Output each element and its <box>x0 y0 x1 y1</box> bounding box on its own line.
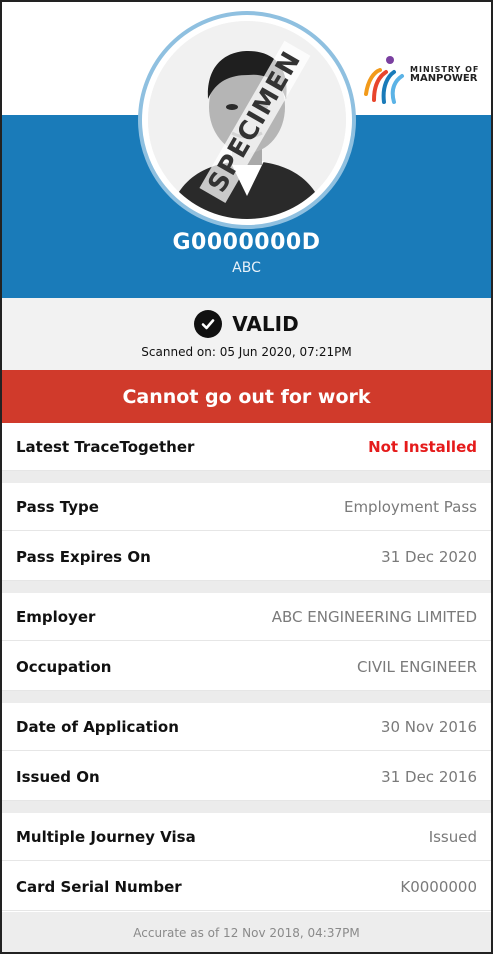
section-gap <box>2 801 491 813</box>
scanned-timestamp: Scanned on: 05 Jun 2020, 07:21PM <box>141 345 352 359</box>
detail-value: Issued <box>428 827 477 846</box>
section-gap <box>2 691 491 703</box>
detail-value: 31 Dec 2016 <box>381 767 477 786</box>
detail-label: Date of Application <box>16 717 179 736</box>
detail-value: Not Installed <box>368 437 477 456</box>
status-text: VALID <box>232 312 299 336</box>
pass-card: SPECIMEN MINISTRY OF MANPOWER G0000000D … <box>0 0 493 954</box>
detail-value: K0000000 <box>400 877 477 896</box>
detail-label: Employer <box>16 607 96 626</box>
detail-row-multiple-journey-visa: Multiple Journey Visa Issued <box>2 813 491 861</box>
detail-label: Latest TraceTogether <box>16 437 195 456</box>
pass-header: SPECIMEN MINISTRY OF MANPOWER G0000000D … <box>2 2 491 298</box>
mom-logo-text: MINISTRY OF MANPOWER <box>410 65 479 85</box>
detail-row-pass-type: Pass Type Employment Pass <box>2 483 491 531</box>
mom-logo-icon <box>364 56 404 104</box>
detail-value: Employment Pass <box>343 497 477 516</box>
detail-value: 31 Dec 2020 <box>381 547 477 566</box>
detail-row-occupation: Occupation CIVIL ENGINEER <box>2 643 491 691</box>
detail-row-pass-expires: Pass Expires On 31 Dec 2020 <box>2 533 491 581</box>
detail-label: Card Serial Number <box>16 877 182 896</box>
holder-name: ABC <box>232 260 261 276</box>
section-gap <box>2 581 491 593</box>
fin-number: G0000000D <box>172 230 321 255</box>
detail-value: ABC ENGINEERING LIMITED <box>271 607 477 626</box>
detail-label: Pass Expires On <box>16 547 151 566</box>
detail-label: Occupation <box>16 657 112 676</box>
check-circle-icon <box>194 310 223 338</box>
mom-logo: MINISTRY OF MANPOWER <box>360 54 485 104</box>
holder-photo: SPECIMEN <box>138 11 356 229</box>
detail-value: CIVIL ENGINEER <box>356 657 477 676</box>
status-row: VALID <box>2 310 491 338</box>
section-gap <box>2 471 491 483</box>
detail-row-card-serial-number: Card Serial Number K0000000 <box>2 863 491 911</box>
work-restriction-banner: Cannot go out for work <box>2 370 491 423</box>
detail-label: Multiple Journey Visa <box>16 827 196 846</box>
detail-row-issued-on: Issued On 31 Dec 2016 <box>2 753 491 801</box>
photo-image: SPECIMEN <box>148 21 346 219</box>
status-block: VALID Scanned on: 05 Jun 2020, 07:21PM <box>2 298 491 370</box>
detail-value: 30 Nov 2016 <box>380 717 477 736</box>
detail-label: Pass Type <box>16 497 99 516</box>
logo-line-2: MANPOWER <box>410 73 478 85</box>
detail-label: Issued On <box>16 767 100 786</box>
detail-row-employer: Employer ABC ENGINEERING LIMITED <box>2 593 491 641</box>
accuracy-footer: Accurate as of 12 Nov 2018, 04:37PM <box>2 912 491 952</box>
detail-row-date-of-application: Date of Application 30 Nov 2016 <box>2 703 491 751</box>
detail-row-tracetogether: Latest TraceTogether Not Installed <box>2 423 491 471</box>
